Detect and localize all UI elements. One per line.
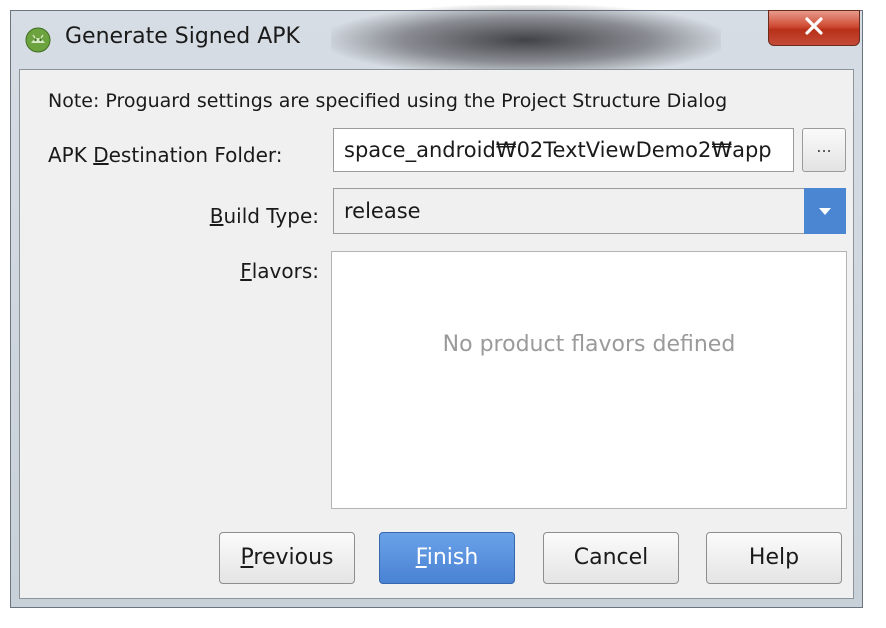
dialog-content: Note: Proguard settings are specified us… [19, 69, 854, 599]
dropdown-button[interactable] [804, 188, 846, 234]
build-type-label: Build Type: [209, 204, 319, 228]
android-studio-icon [25, 27, 51, 53]
flavors-list[interactable]: No product flavors defined [331, 251, 847, 509]
build-type-select[interactable]: release [333, 188, 846, 234]
flavors-label: Flavors: [240, 259, 319, 283]
help-button[interactable]: Help [706, 532, 842, 584]
flavors-empty-message: No product flavors defined [442, 332, 736, 357]
build-type-value: release [344, 199, 421, 223]
cancel-button[interactable]: Cancel [543, 532, 679, 584]
window-title: Generate Signed APK [65, 24, 300, 49]
previous-button[interactable]: Previous [219, 532, 355, 584]
browse-button[interactable]: ... [802, 128, 846, 172]
destination-folder-label: APK Destination Folder: [48, 143, 283, 167]
destination-folder-field[interactable]: space_android₩02TextViewDemo2₩app [333, 128, 794, 172]
finish-button[interactable]: Finish [379, 532, 515, 584]
chevron-down-icon [818, 202, 832, 221]
generate-signed-apk-dialog: Generate Signed APK Note: Proguard setti… [10, 5, 863, 608]
title-bar[interactable]: Generate Signed APK [11, 10, 862, 66]
proguard-note: Note: Proguard settings are specified us… [48, 90, 728, 112]
close-icon [803, 17, 825, 39]
close-button[interactable] [768, 10, 860, 46]
